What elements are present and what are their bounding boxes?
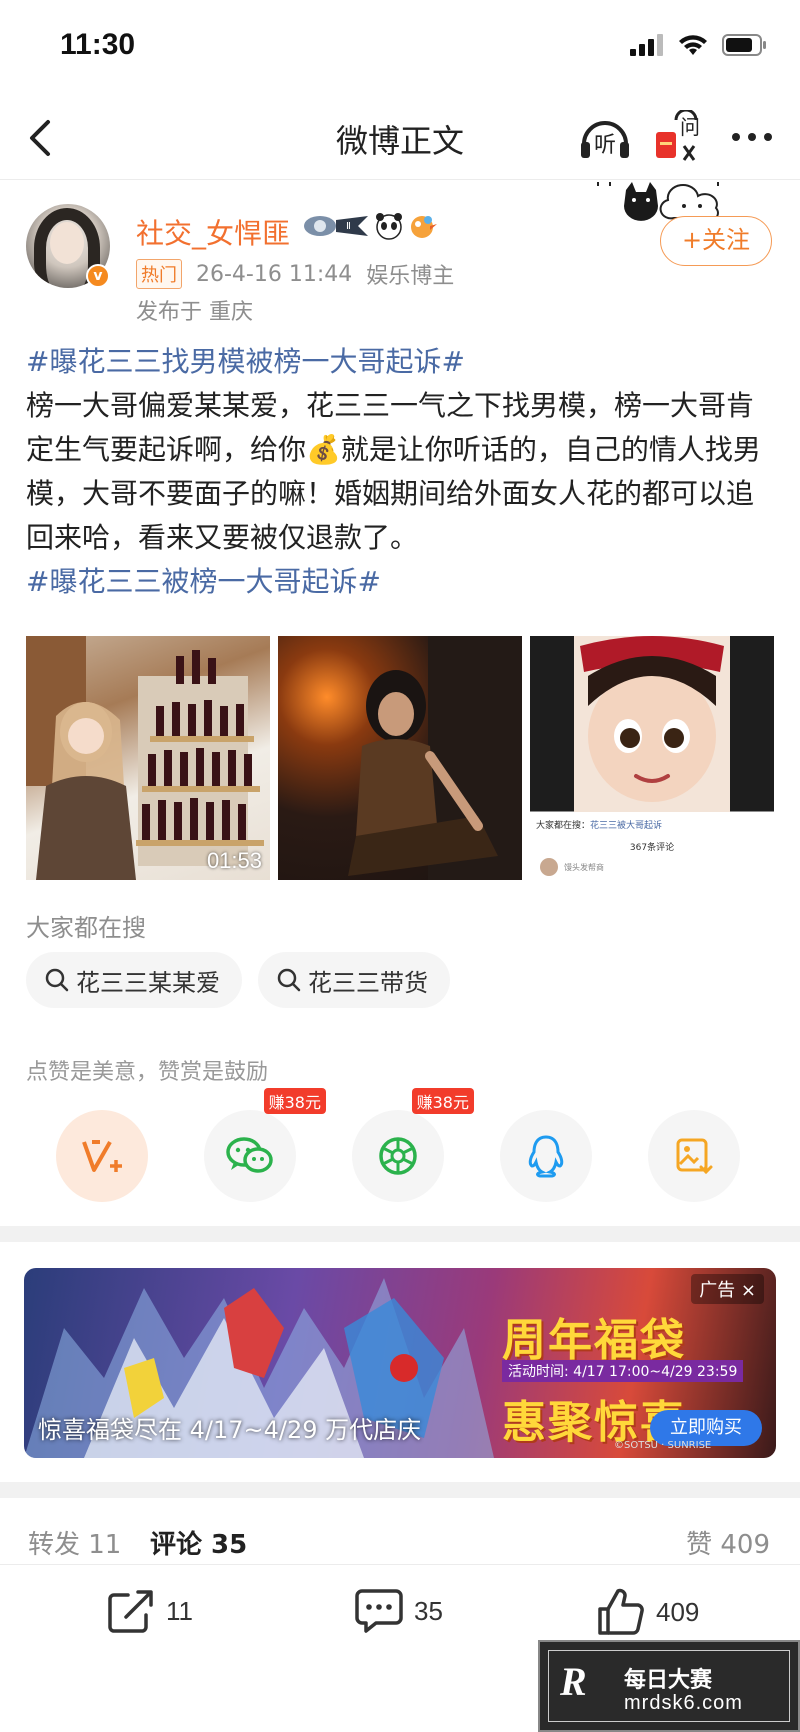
earn-badge: 赚38元 [411, 1088, 474, 1114]
listen-label: 听 [594, 133, 616, 158]
ad-banner[interactable]: 周年福袋 活动时间: 4/17 17:00~4/29 23:59 惠聚惊喜 广告… [24, 1268, 776, 1458]
author-name[interactable]: 社交_女悍匪 [136, 212, 290, 252]
search-chip[interactable]: 花三三某某爱 [26, 952, 242, 1008]
thumbs-up-icon [598, 1588, 644, 1635]
like-tab[interactable]: 赞 409 [686, 1524, 770, 1561]
panda-icon [376, 213, 402, 240]
media-grid: 01:53 大家都在搜：花三三被大哥起诉 367条评论 馒头发帮商 [26, 636, 774, 880]
post-body: #曝花三三找男模被榜一大哥起诉# 榜一大哥偏爱某某爱，花三三一气之下找男模，榜一… [26, 340, 776, 604]
money-bag-emoji: 💰 [306, 433, 341, 466]
ad-close-tag[interactable]: 广告 × [691, 1274, 764, 1304]
status-time: 11:30 [60, 28, 136, 61]
hot-tag: 热门 [136, 259, 182, 289]
search-chip-label: 花三三带货 [308, 968, 428, 997]
battery-icon [722, 34, 766, 56]
like-button[interactable]: 409 [596, 1587, 699, 1637]
signal-icon [630, 34, 663, 56]
thumb-commenter: 馒头发帮商 [564, 863, 604, 872]
medal-icons: Ⅱ [302, 212, 438, 240]
search-section-title: 大家都在搜 [26, 914, 146, 942]
ad-caption: 惊喜福袋尽在 4/17~4/29 万代店庆 [38, 1416, 422, 1444]
bird-icon [411, 216, 437, 238]
share-wechat-button[interactable]: 赚38元 [204, 1088, 326, 1202]
search-chip-label: 花三三某某爱 [76, 968, 220, 997]
wechat-icon [226, 1137, 273, 1173]
author-block: v 社交_女悍匪 Ⅱ 热门 26-4-16 11:44 娱乐博主 发布于 重庆 [0, 180, 800, 330]
earn-badge: 赚38元 [263, 1088, 326, 1114]
search-chip[interactable]: 花三三带货 [258, 952, 450, 1008]
thumb-comment-count: 367条评论 [629, 843, 675, 853]
share-moments-button[interactable]: 赚38元 [352, 1088, 474, 1202]
ad-copyright: ©SOTSU · SUNRISE [614, 1440, 712, 1451]
comment-button[interactable]: 35 [354, 1587, 443, 1635]
qq-penguin-icon [528, 1135, 564, 1178]
ask-button[interactable]: 问 [654, 108, 706, 166]
hashtag-link[interactable]: #曝花三三找男模被榜一大哥起诉# [26, 345, 465, 378]
search-icon [45, 968, 69, 992]
status-icons [630, 34, 768, 56]
portrait-illustration [348, 636, 522, 880]
avatar-face [50, 222, 84, 264]
save-image-icon [676, 1138, 713, 1175]
author-title: 娱乐博主 [366, 264, 455, 289]
section-divider [0, 1482, 800, 1498]
reward-button[interactable] [56, 1110, 148, 1202]
search-icon [277, 968, 301, 992]
video-duration: 01:53 [206, 848, 262, 873]
listen-button[interactable]: 听 [578, 112, 632, 164]
status-bar: 11:30 [0, 0, 800, 96]
watermark-logo: R [560, 1659, 587, 1704]
like-count: 409 [656, 1596, 700, 1627]
ad-headline: 周年福袋 [502, 1315, 686, 1366]
more-icon[interactable] [728, 122, 776, 152]
nav-bar: 微博正文 听 问 [0, 96, 800, 180]
watermark-url: mrdsk6.com [624, 1692, 743, 1714]
share-qq-button[interactable] [500, 1110, 592, 1202]
section-divider [0, 1226, 800, 1242]
praise-title: 点赞是美意，赞赏是鼓励 [26, 1060, 269, 1085]
svg-text:Ⅱ: Ⅱ [346, 221, 351, 232]
moments-shutter-icon [379, 1137, 417, 1175]
image-thumbnail[interactable]: 大家都在搜：花三三被大哥起诉 367条评论 馒头发帮商 [530, 636, 774, 880]
search-chips: 花三三某某爱 花三三带货 [26, 952, 450, 1008]
hashtag-link[interactable]: #曝花三三被榜一大哥起诉# [26, 565, 381, 598]
post-timestamp: 26-4-16 11:44 [196, 261, 353, 287]
thumb-search-term: 花三三被大哥起诉 [590, 821, 663, 831]
reward-v-plus-icon [82, 1140, 122, 1172]
comment-count: 35 [414, 1595, 443, 1626]
image-thumbnail[interactable] [278, 636, 522, 880]
thumb-search-label: 大家都在搜： [536, 821, 591, 831]
thumb-commenter-avatar [540, 858, 558, 876]
watermark: R 每日大赛 mrdsk6.com [538, 1640, 800, 1732]
comment-icon [355, 1589, 403, 1633]
share-row: 赚38元 赚38元 [56, 1088, 756, 1206]
watermark-title: 每日大赛 [624, 1668, 713, 1693]
wifi-icon [679, 35, 707, 55]
repost-button[interactable]: 11 [106, 1587, 193, 1635]
stats-row: 转发 11 评论 35 赞 409 [0, 1520, 800, 1568]
post-location: 发布于 重庆 [136, 300, 253, 325]
wings-medal-icon: Ⅱ [304, 216, 368, 236]
headphones-icon: 听 [581, 121, 629, 158]
ad-date: 活动时间: 4/17 17:00~4/29 23:59 [502, 1360, 744, 1382]
save-image-button[interactable] [648, 1110, 740, 1202]
follow-button[interactable]: +关注 [660, 216, 772, 266]
meta-row: 热门 26-4-16 11:44 娱乐博主 [136, 258, 454, 290]
red-packet-ask-icon: 问 [656, 108, 700, 161]
wine-tower-illustration [26, 636, 264, 880]
repost-tab[interactable]: 转发 11 [28, 1524, 121, 1561]
video-thumbnail[interactable]: 01:53 [26, 636, 270, 880]
ask-label: 问 [680, 115, 700, 139]
comment-tab[interactable]: 评论 35 [150, 1524, 247, 1561]
repost-icon [108, 1590, 153, 1633]
repost-count: 11 [166, 1595, 193, 1626]
verified-badge-icon: v [86, 264, 110, 288]
